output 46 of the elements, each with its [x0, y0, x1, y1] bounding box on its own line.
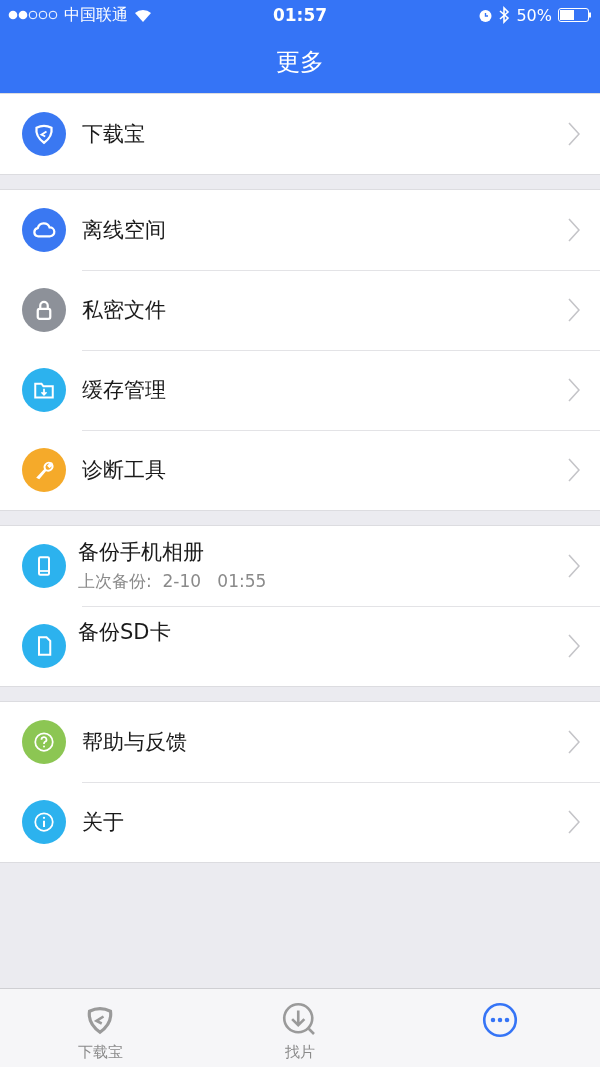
menu-row[interactable]: 私密文件 — [0, 270, 600, 350]
menu-row[interactable]: 诊断工具 — [0, 430, 600, 510]
menu-label: 备份SD卡 — [78, 619, 172, 646]
cloud-icon — [22, 208, 66, 252]
lock-icon — [22, 288, 66, 332]
battery-percent: 50% — [516, 5, 552, 25]
menu-label: 下载宝 — [82, 121, 146, 148]
wifi-icon — [134, 8, 152, 22]
menu-label: 离线空间 — [82, 217, 167, 244]
menu-row[interactable]: 备份SD卡 — [0, 606, 600, 686]
clock-time: 01:57 — [272, 5, 328, 25]
menu-label: 私密文件 — [82, 297, 167, 324]
menu-row[interactable]: 备份手机相册 上次备份: 2-10 01:55 — [0, 526, 600, 606]
sd-card-icon — [22, 624, 66, 668]
help-icon — [22, 720, 66, 764]
bluetooth-icon — [499, 6, 511, 24]
menu-label: 帮助与反馈 — [82, 729, 188, 756]
menu-row[interactable]: 缓存管理 — [0, 350, 600, 430]
chevron-icon — [568, 554, 580, 578]
chevron-icon — [568, 458, 580, 482]
info-icon — [22, 800, 66, 844]
menu-label: 诊断工具 — [82, 457, 167, 484]
menu-row[interactable]: 下载宝 — [0, 94, 600, 174]
chevron-icon — [568, 378, 580, 402]
menu-row[interactable]: 关于 — [0, 782, 600, 862]
menu-label: 备份手机相册 — [78, 539, 205, 566]
menu-subtitle: 上次备份: 2-10 01:55 — [78, 570, 268, 593]
battery-icon — [558, 8, 592, 22]
menu-row[interactable]: 帮助与反馈 — [0, 702, 600, 782]
menu-label: 缓存管理 — [82, 377, 167, 404]
menu-row[interactable]: 离线空间 — [0, 190, 600, 270]
phone-icon — [22, 544, 66, 588]
alarm-icon — [478, 7, 494, 23]
folder-icon — [22, 368, 66, 412]
chevron-icon — [568, 122, 580, 146]
carrier-name: 中国联通 — [64, 4, 128, 26]
shield-icon — [22, 112, 66, 156]
menu-label: 关于 — [82, 809, 125, 836]
chevron-icon — [568, 634, 580, 658]
chevron-icon — [568, 298, 580, 322]
chevron-icon — [568, 810, 580, 834]
signal-icon — [8, 10, 58, 20]
wrench-icon — [22, 448, 66, 492]
page-title: 更多 — [276, 46, 324, 78]
chevron-icon — [568, 218, 580, 242]
chevron-icon — [568, 730, 580, 754]
